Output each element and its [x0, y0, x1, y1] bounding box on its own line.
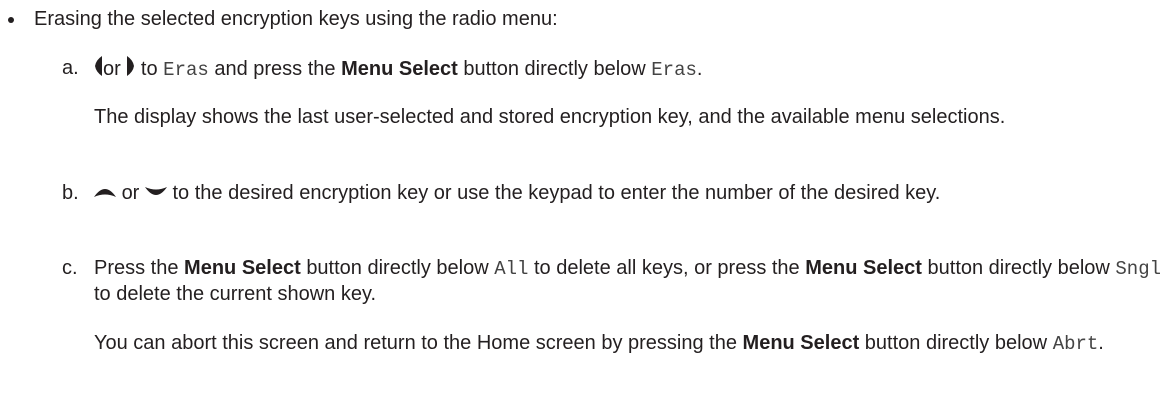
step-c-marker: c. — [62, 257, 78, 279]
bullet-item-text: Erasing the selected encryption keys usi… — [34, 8, 558, 30]
up-arrow-icon — [94, 181, 116, 206]
sngl-menu-code: Sngl — [1115, 258, 1162, 280]
step-a-note: The display shows the last user-selected… — [94, 106, 1006, 128]
step-a-to: to — [140, 57, 158, 80]
step-b-or: or — [121, 182, 140, 204]
eras-menu-code: Eras — [163, 58, 209, 81]
bullet-icon — [8, 17, 14, 23]
step-c-note: You can abort this screen and return to … — [94, 331, 1166, 357]
menu-select-button-label: Menu Select — [184, 257, 301, 279]
right-arrow-icon — [126, 56, 135, 83]
step-c-note-text: You can abort this screen and return to … — [94, 332, 737, 354]
step-c-note-after: button directly below — [864, 332, 1048, 354]
all-menu-code: All — [494, 258, 529, 280]
menu-select-button-label: Menu Select — [341, 57, 458, 80]
step-a-marker: a. — [62, 57, 79, 79]
step-a-after: button directly below — [463, 57, 646, 80]
step-c-after1: button directly below — [306, 257, 489, 279]
step-c-press: Press the — [94, 257, 179, 279]
step-b-desc: to the desired encryption key or use the… — [172, 182, 941, 204]
step-a-mid: and press the — [214, 57, 336, 80]
step-a-end: . — [696, 57, 703, 80]
step-b-marker: b. — [62, 182, 79, 204]
eras-menu-code-2: Eras — [651, 58, 697, 81]
abrt-menu-code: Abrt — [1052, 333, 1099, 355]
step-a-text: or to Eras and press the Menu Select but… — [94, 56, 702, 83]
menu-select-button-label: Menu Select — [805, 257, 922, 279]
step-c-mid: to delete all keys, or press the — [533, 257, 800, 279]
down-arrow-icon — [144, 181, 167, 206]
step-c-text: Press the Menu Select button directly be… — [94, 256, 1166, 307]
step-b-text: or to the desired encryption key or use … — [94, 181, 1174, 206]
step-c-note-end: . — [1098, 332, 1104, 354]
step-c-end: to delete the current shown key. — [94, 283, 377, 305]
step-c-after2: button directly below — [927, 257, 1110, 279]
menu-select-button-label: Menu Select — [742, 332, 860, 354]
left-arrow-icon — [94, 56, 103, 83]
step-a-or: or — [103, 57, 121, 80]
